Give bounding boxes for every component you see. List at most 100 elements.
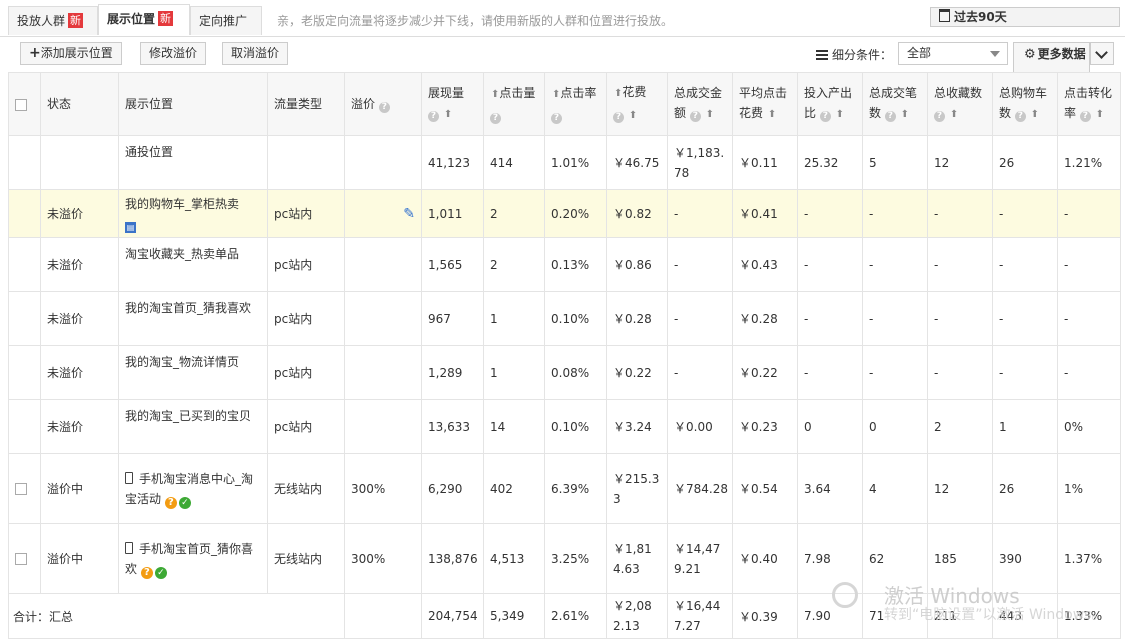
tab-placement-label: 展示位置	[107, 12, 156, 26]
status-cell: 未溢价	[40, 291, 119, 346]
col-cvr[interactable]: 点击转化率 ? ⬆	[1057, 72, 1121, 136]
modify-premium-button[interactable]: 修改溢价	[140, 42, 207, 65]
cvr-cell: 1%	[1057, 453, 1121, 524]
help-icon[interactable]: ?	[1014, 111, 1026, 122]
help-icon[interactable]: ?	[164, 496, 177, 509]
premium-cell[interactable]: 300%	[344, 523, 422, 594]
traffic-type-cell: pc站内	[267, 345, 345, 400]
help-icon[interactable]: ?	[689, 111, 701, 122]
placement-cell: 淘宝收藏夹_热卖单品	[118, 237, 268, 292]
row-select-cell	[8, 291, 41, 346]
roi-cell: -	[797, 237, 863, 292]
filter-select-value: 全部	[907, 46, 932, 60]
col-orders[interactable]: 总成交笔数 ? ⬆	[862, 72, 928, 136]
help-icon[interactable]: ?	[934, 111, 945, 122]
placement-cell: 手机淘宝首页_猜你喜欢 ? ✓	[118, 523, 268, 594]
cvr-cell: -	[1057, 345, 1121, 400]
col-roi[interactable]: 投入产出比 ? ⬆	[797, 72, 863, 136]
row-checkbox[interactable]	[15, 553, 27, 565]
placement-name: 我的购物车_掌柜热卖	[125, 196, 240, 211]
placement-cell: 通投位置	[118, 135, 268, 190]
sort-icon[interactable]: ⬆	[836, 105, 844, 125]
help-icon[interactable]: ?	[1079, 111, 1091, 122]
gear-icon: ⚙	[1024, 47, 1036, 62]
col-favorites[interactable]: 总收藏数 ? ⬆	[927, 72, 993, 136]
clicks-cell: 1	[483, 345, 545, 400]
table-header-row: 状态 展示位置 流量类型 溢价 ? 展现量 ? ⬆ ⬆点击量 ? ⬆点击率 ? …	[8, 72, 1121, 136]
row-select-cell	[8, 189, 41, 238]
col-cpc[interactable]: 平均点击花费 ⬆	[732, 72, 798, 136]
col-status: 状态	[40, 72, 119, 136]
ctr-cell: 6.39%	[544, 453, 607, 524]
cost-cell: ￥0.82	[606, 189, 668, 238]
tab-audience[interactable]: 投放人群新	[8, 6, 98, 35]
date-range-selector[interactable]: 过去90天	[930, 7, 1120, 27]
traffic-type-cell: 无线站内	[267, 523, 345, 594]
ctr-cell: 3.25%	[544, 523, 607, 594]
help-icon[interactable]: ?	[613, 112, 624, 123]
col-gmv[interactable]: 总成交金额 ? ⬆	[667, 72, 733, 136]
add-placement-label: 添加展示位置	[40, 46, 113, 60]
sort-icon[interactable]: ⬆	[1096, 105, 1104, 125]
filter-select[interactable]: 全部	[898, 42, 1008, 65]
favorites-cell: 12	[927, 135, 993, 190]
col-cart[interactable]: 总购物车数 ? ⬆	[992, 72, 1058, 136]
sort-icon[interactable]: ⬆	[768, 105, 776, 125]
ctr-cell: 0.13%	[544, 237, 607, 292]
impressions-cell: 1,289	[421, 345, 484, 400]
clicks-cell: 2	[483, 189, 545, 238]
sort-icon[interactable]: ⬆	[629, 106, 637, 126]
mobile-icon	[125, 541, 133, 554]
pencil-icon[interactable]: ✎	[403, 206, 415, 222]
cost-cell: ￥0.22	[606, 345, 668, 400]
cart-cell: -	[992, 345, 1058, 400]
traffic-type-cell: pc站内	[267, 237, 345, 292]
col-impressions[interactable]: 展现量 ? ⬆	[421, 72, 484, 136]
impressions-cell: 41,123	[421, 135, 484, 190]
cvr-cell: -	[1057, 189, 1121, 238]
placement-cell: 我的淘宝首页_猜我喜欢	[118, 291, 268, 346]
sort-icon[interactable]: ⬆	[950, 105, 958, 125]
help-icon[interactable]: ?	[819, 111, 831, 122]
tab-placement[interactable]: 展示位置新	[98, 4, 190, 35]
status-cell: 未溢价	[40, 189, 119, 238]
help-icon[interactable]: ?	[428, 111, 439, 122]
cancel-premium-button[interactable]: 取消溢价	[222, 42, 289, 65]
sort-icon[interactable]: ⬆	[901, 105, 909, 125]
help-icon[interactable]: ?	[884, 111, 896, 122]
sort-icon[interactable]: ⬆	[706, 105, 714, 125]
impressions-cell: 1,565	[421, 237, 484, 292]
premium-cell[interactable]: 300%	[344, 453, 422, 524]
roi-cell: 25.32	[797, 135, 863, 190]
col-cost[interactable]: ⬆花费 ? ⬆	[606, 72, 668, 136]
premium-cell	[344, 345, 422, 400]
more-data-label: 更多数据	[1037, 47, 1086, 61]
premium-cell	[344, 399, 422, 454]
orders-cell: -	[862, 345, 928, 400]
clicks-cell: 2	[483, 237, 545, 292]
col-impressions-label: 展现量	[428, 86, 465, 100]
calendar-icon	[939, 9, 950, 22]
help-icon[interactable]: ?	[551, 113, 562, 124]
help-icon[interactable]: ?	[140, 566, 153, 579]
sort-icon[interactable]: ⬆	[444, 105, 452, 125]
impressions-cell: 138,876	[421, 523, 484, 594]
cost-cell: ￥46.75	[606, 135, 668, 190]
activation-watermark-text: 转到“电脑设置”以激活 Windows。	[884, 607, 1106, 623]
more-data-dropdown[interactable]	[1090, 42, 1114, 65]
col-ctr[interactable]: ⬆点击率 ?	[544, 72, 607, 136]
help-icon[interactable]: ?	[490, 113, 501, 124]
col-cpc-label: 平均点击花费	[739, 86, 788, 120]
row-checkbox[interactable]	[15, 483, 27, 495]
placement-table: 状态 展示位置 流量类型 溢价 ? 展现量 ? ⬆ ⬆点击量 ? ⬆点击率 ? …	[8, 72, 1121, 639]
help-icon[interactable]: ?	[378, 102, 390, 113]
select-all-header	[8, 72, 41, 136]
tab-targeting[interactable]: 定向推广	[190, 6, 262, 35]
col-clicks[interactable]: ⬆点击量 ?	[483, 72, 545, 136]
sort-icon[interactable]: ⬆	[1031, 105, 1039, 125]
select-all-checkbox[interactable]	[15, 98, 27, 111]
favorites-cell: -	[927, 291, 993, 346]
add-placement-button[interactable]: +添加展示位置	[20, 42, 122, 65]
cpc-cell: ￥0.22	[732, 345, 798, 400]
cart-cell: 26	[992, 453, 1058, 524]
